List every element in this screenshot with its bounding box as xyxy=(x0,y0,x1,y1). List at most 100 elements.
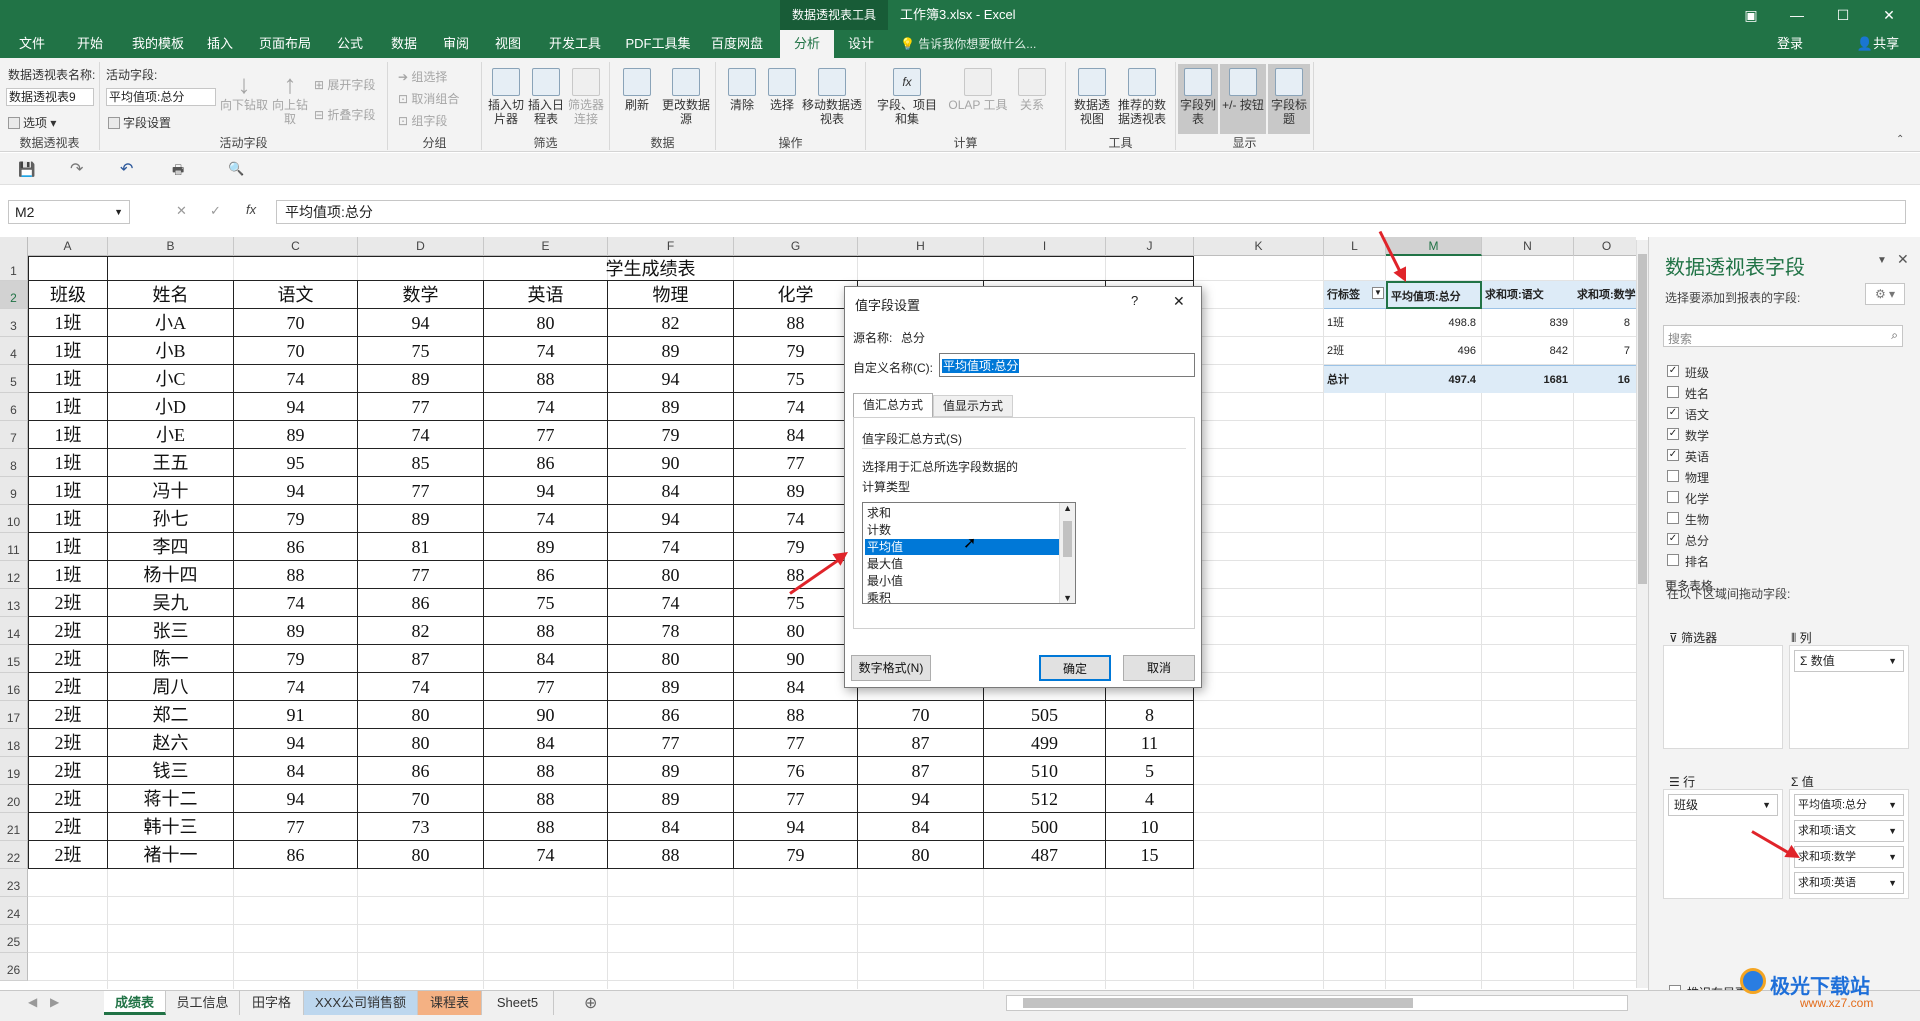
table-cell[interactable]: 88 xyxy=(484,617,608,645)
table-cell[interactable]: 90 xyxy=(734,645,858,673)
table-cell[interactable]: 87 xyxy=(358,645,484,673)
table-cell[interactable]: 77 xyxy=(734,729,858,757)
print-preview-icon[interactable]: 🖶 xyxy=(172,161,184,183)
ok-button[interactable]: 确定 xyxy=(1039,655,1111,681)
calc-type-option[interactable]: 平均值 xyxy=(865,539,1059,555)
table-cell[interactable]: 韩十三 xyxy=(108,813,234,841)
row-header-20[interactable]: 20 xyxy=(0,785,28,813)
table-cell[interactable]: 70 xyxy=(358,785,484,813)
table-cell[interactable]: 84 xyxy=(858,813,984,841)
tab-developer[interactable]: 开发工具 xyxy=(540,30,610,58)
save-icon[interactable]: 💾 xyxy=(18,161,35,178)
horizontal-scrollbar[interactable] xyxy=(1006,995,1628,1011)
table-cell[interactable]: 77 xyxy=(484,673,608,701)
table-cell[interactable]: 77 xyxy=(358,393,484,421)
row-header-19[interactable]: 19 xyxy=(0,757,28,785)
column-header-o[interactable]: O xyxy=(1574,237,1636,256)
field-checkbox-3[interactable]: ✓ xyxy=(1667,428,1679,440)
undo-icon[interactable]: ↶ xyxy=(120,159,133,179)
table-cell[interactable]: 95 xyxy=(234,449,358,477)
tab-templates[interactable]: 我的模板 xyxy=(124,30,192,58)
table-cell[interactable]: 81 xyxy=(358,533,484,561)
table-cell[interactable]: 74 xyxy=(484,505,608,533)
table-cell[interactable]: 78 xyxy=(608,617,734,645)
table-cell[interactable]: 512 xyxy=(984,785,1106,813)
table-cell[interactable]: 1班 xyxy=(28,309,108,337)
tab-data[interactable]: 数据 xyxy=(382,30,426,58)
pivot-cell[interactable]: 1班 xyxy=(1324,309,1386,337)
rows-item[interactable]: 班级 ▼ xyxy=(1668,794,1778,816)
table-cell[interactable]: 74 xyxy=(608,589,734,617)
table-cell[interactable]: 88 xyxy=(734,701,858,729)
table-cell[interactable]: 小C xyxy=(108,365,234,393)
table-header-cell[interactable]: 语文 xyxy=(234,281,358,309)
table-cell[interactable]: 张三 xyxy=(108,617,234,645)
move-pivot-button[interactable]: 移动数据透视表 xyxy=(802,68,862,126)
fields-items-button[interactable]: fx 字段、项目和集 xyxy=(872,68,942,126)
table-cell[interactable]: 500 xyxy=(984,813,1106,841)
table-cell[interactable]: 70 xyxy=(858,701,984,729)
column-header-m[interactable]: M xyxy=(1386,237,1482,256)
custom-name-input[interactable]: 平均值项:总分 xyxy=(939,353,1195,377)
table-header-cell[interactable]: 姓名 xyxy=(108,281,234,309)
cancel-formula-icon[interactable]: ✕ xyxy=(176,203,187,219)
column-header-c[interactable]: C xyxy=(234,237,358,256)
sheet-tab-sheet5[interactable]: Sheet5 xyxy=(482,991,554,1015)
table-cell[interactable]: 94 xyxy=(608,365,734,393)
table-cell[interactable]: 88 xyxy=(484,365,608,393)
table-cell[interactable]: 77 xyxy=(234,813,358,841)
sheet-tab-grid-paper[interactable]: 田字格 xyxy=(240,991,304,1015)
table-cell[interactable]: 1班 xyxy=(28,337,108,365)
refresh-button[interactable]: 刷新 xyxy=(616,68,658,112)
table-cell[interactable]: 89 xyxy=(234,617,358,645)
table-cell[interactable]: 94 xyxy=(608,505,734,533)
row-header-10[interactable]: 10 xyxy=(0,505,28,533)
row-header-11[interactable]: 11 xyxy=(0,533,28,561)
values-item[interactable]: 求和项:英语 ▼ xyxy=(1794,872,1904,894)
table-cell[interactable]: 89 xyxy=(608,757,734,785)
table-cell[interactable]: 90 xyxy=(484,701,608,729)
redo-icon[interactable]: ↷ xyxy=(70,159,83,179)
table-cell[interactable]: 505 xyxy=(984,701,1106,729)
pivot-cell[interactable]: 8 xyxy=(1574,309,1636,337)
table-cell[interactable]: 74 xyxy=(234,589,358,617)
field-checkbox-7[interactable] xyxy=(1667,512,1679,524)
zoom-icon[interactable]: 🔍 xyxy=(228,161,244,177)
table-cell[interactable]: 89 xyxy=(608,673,734,701)
table-cell[interactable]: 1班 xyxy=(28,505,108,533)
column-header-g[interactable]: G xyxy=(734,237,858,256)
table-cell[interactable]: 80 xyxy=(858,841,984,869)
column-header-h[interactable]: H xyxy=(858,237,984,256)
minimize-icon[interactable]: — xyxy=(1774,0,1820,30)
table-cell[interactable]: 2班 xyxy=(28,757,108,785)
tab-summarize-by[interactable]: 值汇总方式 xyxy=(853,393,933,417)
table-cell[interactable]: 88 xyxy=(234,561,358,589)
collapse-field-button[interactable]: ⊟ 折叠字段 xyxy=(314,108,375,122)
values-item[interactable]: 求和项:语文 ▼ xyxy=(1794,820,1904,842)
calculation-type-list[interactable]: 求和 计数 平均值 最大值 最小值 乘积 ▲ ▼ ➚ xyxy=(862,502,1076,604)
field-checkbox-9[interactable] xyxy=(1667,554,1679,566)
values-item[interactable]: 平均值项:总分 ▼ xyxy=(1794,794,1904,816)
pivot-header-cell[interactable]: 求和项:数学 xyxy=(1574,281,1636,309)
table-cell[interactable]: 80 xyxy=(358,841,484,869)
column-header-j[interactable]: J xyxy=(1106,237,1194,256)
add-sheet-icon[interactable]: ⊕ xyxy=(584,993,597,1013)
table-cell[interactable]: 94 xyxy=(358,309,484,337)
calc-type-option[interactable]: 最大值 xyxy=(865,556,1059,572)
pivotchart-button[interactable]: 数据透视图 xyxy=(1072,68,1112,126)
table-cell[interactable]: 94 xyxy=(484,477,608,505)
field-checkbox-8[interactable]: ✓ xyxy=(1667,533,1679,545)
table-cell[interactable]: 11 xyxy=(1106,729,1194,757)
table-cell[interactable]: 89 xyxy=(234,421,358,449)
table-cell[interactable]: 74 xyxy=(734,393,858,421)
pane-options-icon[interactable]: ▼ xyxy=(1877,255,1887,266)
table-cell[interactable]: 70 xyxy=(234,309,358,337)
table-cell[interactable]: 70 xyxy=(234,337,358,365)
table-cell[interactable]: 4 xyxy=(1106,785,1194,813)
table-cell[interactable]: 86 xyxy=(484,449,608,477)
table-cell[interactable]: 84 xyxy=(734,673,858,701)
table-cell[interactable]: 89 xyxy=(608,393,734,421)
table-cell[interactable]: 79 xyxy=(234,645,358,673)
table-cell[interactable]: 杨十四 xyxy=(108,561,234,589)
pivot-cell[interactable]: 7 xyxy=(1574,337,1636,365)
